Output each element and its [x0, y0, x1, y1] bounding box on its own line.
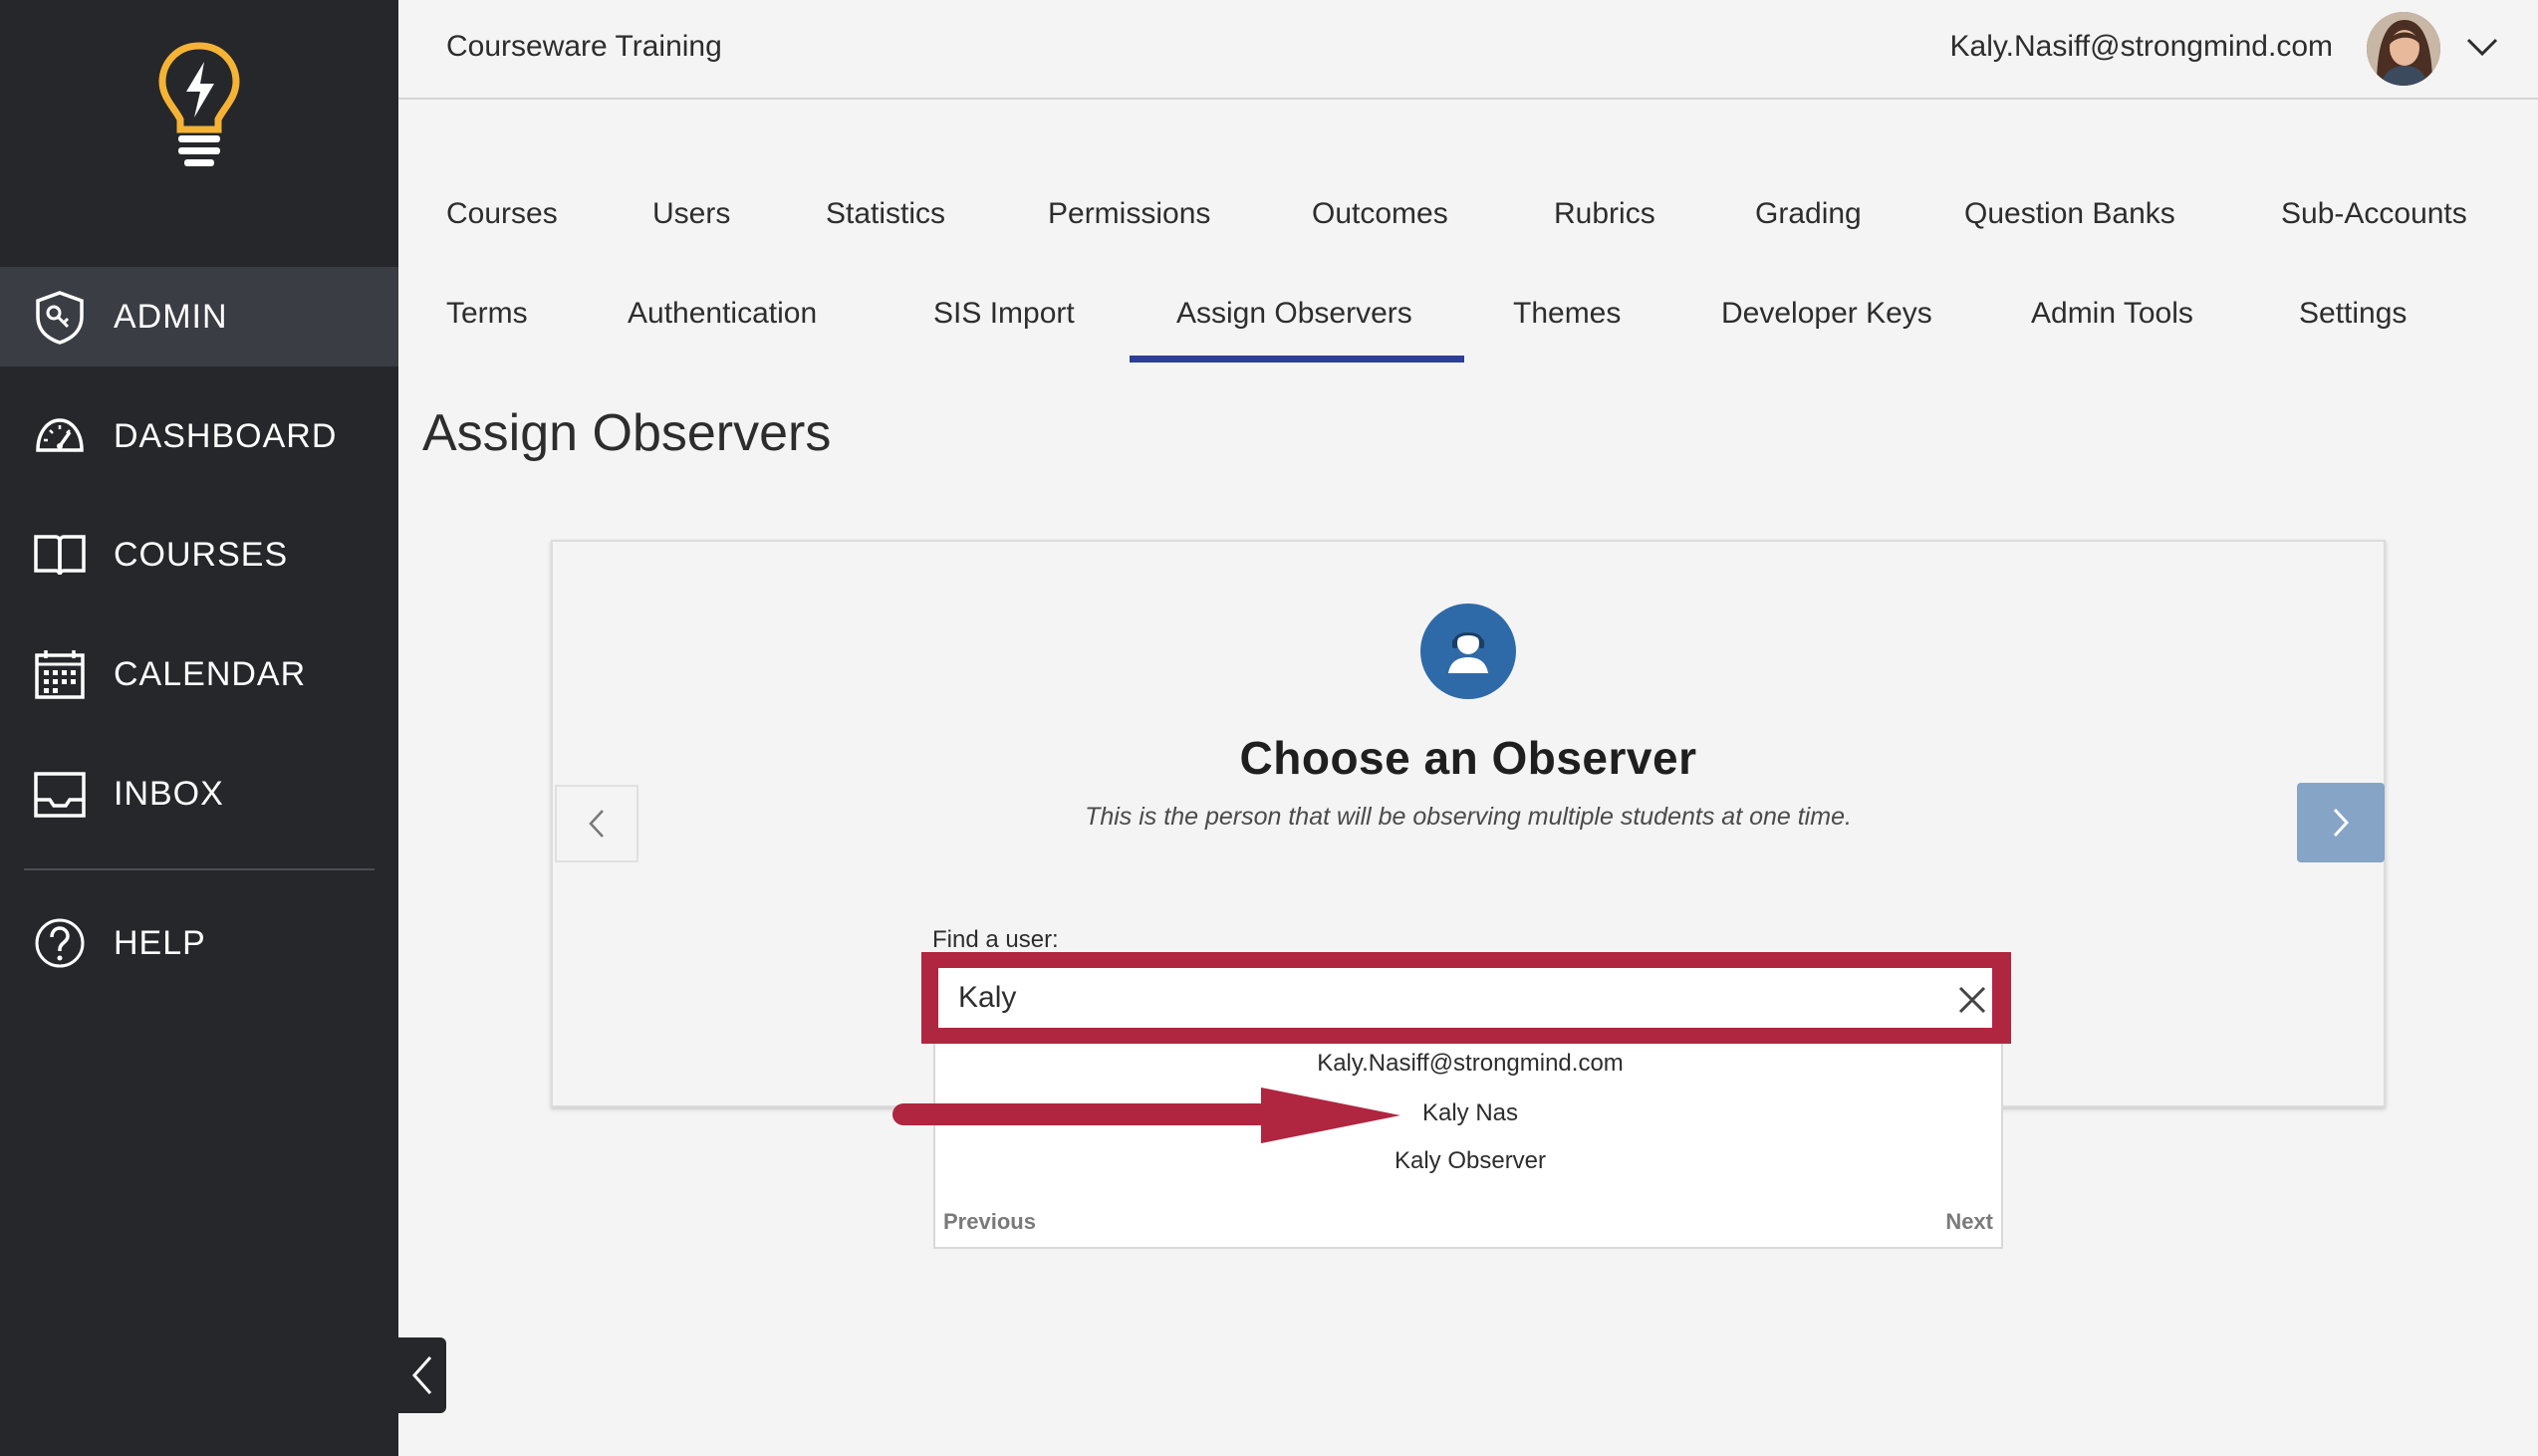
tab-sub-accounts[interactable]: Sub-Accounts — [2281, 197, 2467, 231]
tab-authentication[interactable]: Authentication — [628, 297, 817, 331]
card-title: Choose an Observer — [1239, 732, 1697, 784]
tab-settings[interactable]: Settings — [2299, 297, 2407, 331]
tab-users[interactable]: Users — [652, 197, 730, 231]
card-subtitle: This is the person that will be observin… — [1085, 803, 1852, 831]
list-item[interactable]: Kaly Observer — [935, 1147, 2005, 1175]
results-previous-link[interactable]: Previous — [943, 1209, 1036, 1235]
lightbulb-logo-icon — [158, 42, 240, 166]
top-header: Courseware Training Kaly.Nasiff@strongmi… — [398, 0, 2538, 100]
active-tab-indicator — [1130, 356, 1464, 363]
sidebar-item-label: HELP — [114, 923, 206, 962]
book-icon — [30, 525, 90, 585]
clear-icon[interactable] — [1956, 984, 1988, 1016]
user-search-results: Kaly.Nasiff@strongmind.com Kaly Nas Kaly… — [933, 1044, 2003, 1249]
next-step-button[interactable] — [2297, 783, 2385, 862]
sidebar-item-label: COURSES — [114, 535, 289, 574]
arrow-annotation-icon — [892, 1088, 1400, 1143]
admin-tabs-row-1: Courses Users Statistics Permissions Out… — [398, 197, 2538, 267]
find-user-input[interactable] — [938, 968, 1992, 1028]
chevron-right-icon — [2333, 808, 2350, 838]
tab-outcomes[interactable]: Outcomes — [1312, 197, 1448, 231]
dashboard-gauge-icon — [30, 406, 90, 466]
sidebar-item-label: INBOX — [114, 774, 224, 813]
sidebar-item-label: ADMIN — [114, 297, 228, 336]
admin-shield-icon — [30, 287, 90, 347]
tab-admin-tools[interactable]: Admin Tools — [2031, 297, 2193, 331]
results-next-link[interactable]: Next — [1945, 1209, 1993, 1235]
tab-question-banks[interactable]: Question Banks — [1964, 197, 2175, 231]
previous-step-button[interactable] — [555, 785, 638, 862]
tab-developer-keys[interactable]: Developer Keys — [1721, 297, 1932, 331]
tab-courses[interactable]: Courses — [446, 197, 558, 231]
help-icon — [30, 913, 90, 973]
tab-statistics[interactable]: Statistics — [826, 197, 945, 231]
sidebar-item-inbox[interactable]: INBOX — [0, 744, 398, 844]
tab-assign-observers[interactable]: Assign Observers — [1176, 297, 1412, 331]
list-item[interactable]: Kaly.Nasiff@strongmind.com — [935, 1050, 2005, 1078]
account-title: Courseware Training — [446, 30, 722, 63]
sidebar: ADMIN DASHBOARD COURSES CALENDAR INBOX H… — [0, 0, 398, 1456]
tab-rubrics[interactable]: Rubrics — [1554, 197, 1655, 231]
tab-permissions[interactable]: Permissions — [1048, 197, 1210, 231]
sidebar-item-admin[interactable]: ADMIN — [0, 267, 398, 366]
collapse-sidebar-button[interactable] — [398, 1337, 446, 1413]
tab-grading[interactable]: Grading — [1755, 197, 1862, 231]
avatar[interactable] — [2367, 12, 2440, 86]
sidebar-item-label: CALENDAR — [114, 654, 307, 693]
sidebar-item-courses[interactable]: COURSES — [0, 505, 398, 605]
find-user-label: Find a user: — [932, 926, 1059, 953]
sidebar-item-dashboard[interactable]: DASHBOARD — [0, 386, 398, 486]
chevron-left-icon — [411, 1356, 432, 1394]
sidebar-item-calendar[interactable]: CALENDAR — [0, 624, 398, 724]
page-title: Assign Observers — [422, 404, 832, 462]
tab-terms[interactable]: Terms — [446, 297, 528, 331]
admin-tabs-row-2: Terms Authentication SIS Import Assign O… — [398, 297, 2538, 366]
observer-person-icon — [1420, 604, 1516, 699]
sidebar-item-help[interactable]: HELP — [0, 893, 398, 993]
sidebar-item-label: DASHBOARD — [114, 416, 338, 455]
tab-sis-import[interactable]: SIS Import — [933, 297, 1075, 331]
user-email[interactable]: Kaly.Nasiff@strongmind.com — [1950, 30, 2333, 64]
calendar-icon — [30, 644, 90, 704]
tab-themes[interactable]: Themes — [1513, 297, 1621, 331]
sidebar-divider — [24, 868, 375, 870]
chevron-down-icon[interactable] — [2464, 32, 2500, 62]
inbox-icon — [30, 764, 90, 824]
chevron-left-icon — [589, 810, 604, 838]
